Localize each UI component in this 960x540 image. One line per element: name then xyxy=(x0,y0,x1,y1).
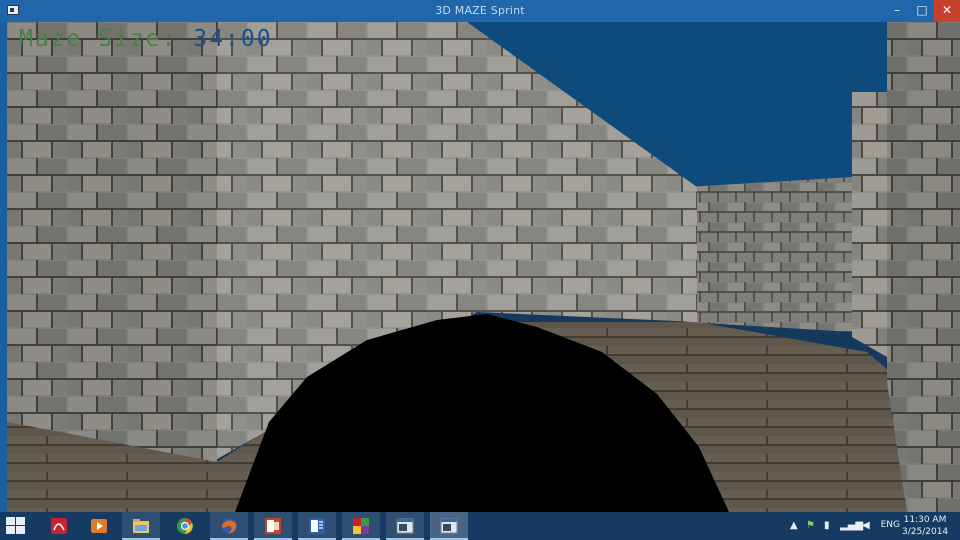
firefox-icon xyxy=(221,518,237,534)
acrobat-reader-icon xyxy=(51,518,67,534)
taskbar-app-window[interactable] xyxy=(386,512,424,540)
file-explorer-icon xyxy=(133,519,149,533)
taskbar-app-acrobat[interactable] xyxy=(40,512,78,540)
close-button[interactable]: ✕ xyxy=(934,0,960,22)
battery-icon[interactable]: ▮ xyxy=(824,521,830,531)
clock-time[interactable]: 11:30 AM xyxy=(902,515,948,525)
media-player-icon xyxy=(91,519,107,533)
windows-logo-icon[interactable] xyxy=(6,517,26,535)
taskbar: ▲ ⚑ ▮ ▂▄▆ ◀ ENG 11:30 AM 3/25/2014 xyxy=(0,512,960,540)
action-center-icon[interactable]: ⚑ xyxy=(806,521,815,531)
taskbar-app-word[interactable] xyxy=(298,512,336,540)
taskbar-app-media-player[interactable] xyxy=(80,512,118,540)
window-app-icon-active xyxy=(440,518,458,534)
maze-scene xyxy=(7,22,960,512)
minimize-button[interactable]: – xyxy=(884,0,910,22)
clock-date[interactable]: 3/25/2014 xyxy=(902,527,948,537)
title-bar: 3D MAZE Sprint – □ ✕ xyxy=(0,0,960,22)
maze-size-value: 34:00 xyxy=(193,26,273,52)
taskbar-app-file-explorer[interactable] xyxy=(122,512,160,540)
network-icon[interactable]: ▂▄▆ xyxy=(840,521,863,531)
taskbar-app-chrome[interactable] xyxy=(166,512,204,540)
taskbar-app-colorful[interactable] xyxy=(342,512,380,540)
maximize-button[interactable]: □ xyxy=(910,0,934,22)
colorful-app-icon xyxy=(353,518,369,534)
back-wall-shade xyxy=(687,177,852,332)
window-title: 3D MAZE Sprint xyxy=(435,4,525,17)
show-hidden-icons-icon[interactable]: ▲ xyxy=(790,521,798,531)
chrome-icon xyxy=(177,518,193,534)
word-icon xyxy=(309,518,325,534)
game-viewport[interactable]: Maze Size: 34:00 xyxy=(7,22,960,512)
maze-size-hud: Maze Size: 34:00 xyxy=(19,26,273,52)
right-wall-shade xyxy=(887,22,960,512)
system-tray: ▲ ⚑ ▮ ▂▄▆ ◀ ENG 11:30 AM 3/25/2014 xyxy=(790,512,960,540)
taskbar-app-powerpoint[interactable] xyxy=(254,512,292,540)
maze-size-label: Maze Size: xyxy=(19,26,178,52)
volume-icon[interactable]: ◀ xyxy=(862,521,870,531)
window-app-icon xyxy=(396,518,414,534)
powerpoint-icon xyxy=(265,518,281,534)
input-language[interactable]: ENG xyxy=(881,520,900,530)
near-left-wall-shade xyxy=(7,22,217,462)
taskbar-app-firefox[interactable] xyxy=(210,512,248,540)
taskbar-app-window-active[interactable] xyxy=(430,512,468,540)
